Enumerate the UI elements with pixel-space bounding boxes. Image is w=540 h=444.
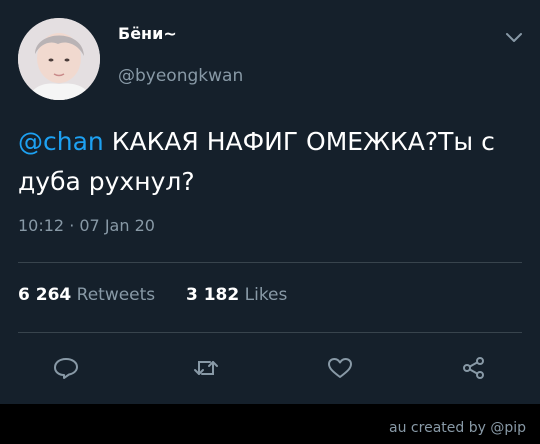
tweet-card: Бёни~ @byeongkwan @chan КАКАЯ НАФИГ ОМЕЖ… (0, 0, 540, 404)
likes-label[interactable]: Likes (245, 285, 288, 305)
retweets-label[interactable]: Retweets (77, 285, 156, 305)
timestamp[interactable]: 10:12 · 07 Jan 20 (18, 216, 155, 235)
avatar[interactable] (18, 18, 100, 100)
user-handle[interactable]: @byeongkwan (118, 66, 243, 86)
display-name[interactable]: Бёни~ (118, 24, 177, 43)
tweet-text: @chan КАКАЯ НАФИГ ОМЕЖКА?Ты с дуба рухну… (18, 122, 528, 202)
retweet-icon[interactable] (192, 356, 220, 380)
chevron-down-icon[interactable] (504, 30, 524, 44)
likes-count[interactable]: 3 182 (186, 285, 239, 305)
divider (18, 332, 522, 333)
reply-icon[interactable] (52, 356, 80, 380)
credit-text: au created by @pip (389, 420, 526, 436)
retweets-count[interactable]: 6 264 (18, 285, 71, 305)
like-icon[interactable] (326, 356, 354, 380)
tweet-stats: 6 264 Retweets 3 182 Likes (18, 285, 287, 305)
avatar-image (18, 18, 100, 100)
share-icon[interactable] (460, 356, 488, 380)
mention-link[interactable]: @chan (18, 127, 104, 156)
divider (18, 262, 522, 263)
